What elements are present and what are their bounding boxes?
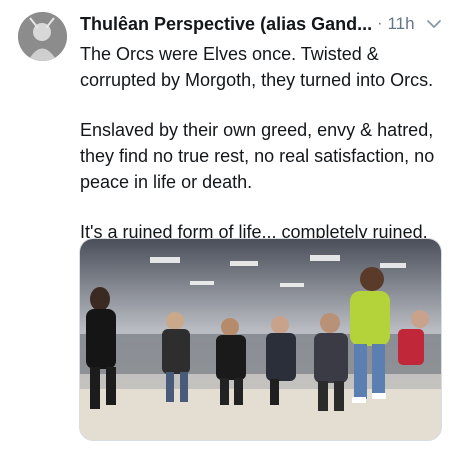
tweet-header: Thulêan Perspective (alias Gand... · 11h [80, 12, 446, 36]
avatar-image [18, 12, 67, 61]
avatar[interactable] [18, 12, 67, 61]
chevron-down-icon[interactable] [426, 16, 442, 32]
tweet-paragraph: The Orcs were Elves once. Twisted & corr… [80, 44, 434, 90]
tweet-text: The Orcs were Elves once. Twisted & corr… [80, 41, 450, 269]
shoppers-running-image [80, 239, 441, 440]
author-name[interactable]: Thulêan Perspective (alias Gand... [80, 14, 372, 35]
tweet-paragraph: Enslaved by their own greed, envy & hatr… [80, 120, 435, 192]
separator: · [377, 15, 383, 32]
timestamp[interactable]: 11h [387, 14, 414, 34]
tweet-photo[interactable] [79, 238, 442, 441]
